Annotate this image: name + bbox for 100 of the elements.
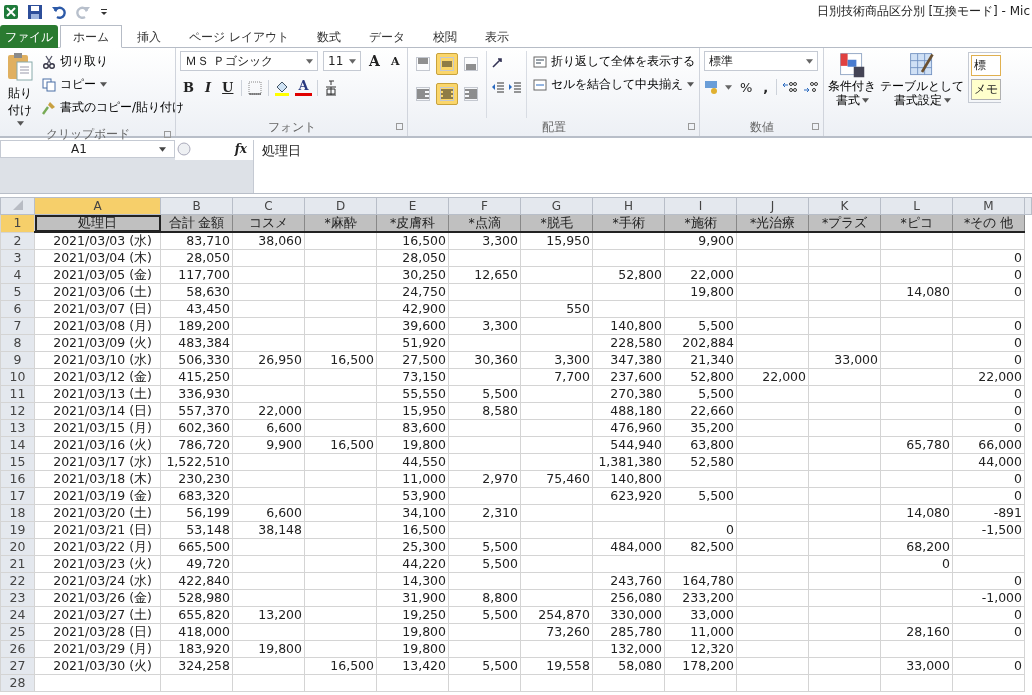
italic-button[interactable]: I xyxy=(202,80,215,95)
bold-button[interactable]: B xyxy=(180,80,197,95)
increase-indent-icon[interactable] xyxy=(508,81,522,95)
font-name-dropdown[interactable]: ＭＳ Ｐゴシック xyxy=(180,51,318,71)
column-header[interactable]: G xyxy=(520,197,593,215)
group-label: 数値 xyxy=(749,118,774,136)
table-cell: 19,800 xyxy=(690,284,734,299)
column-header[interactable]: K xyxy=(808,197,881,215)
column-header[interactable]: B xyxy=(160,197,233,215)
format-as-table-button[interactable]: テーブルとして 書式設定 xyxy=(880,51,964,136)
table-cell: 16,500 xyxy=(402,233,446,248)
insert-function-button[interactable]: fx xyxy=(234,142,247,156)
copy-button[interactable]: コピー xyxy=(40,74,109,95)
borders-icon[interactable] xyxy=(247,79,264,96)
dialog-launcher-icon[interactable] xyxy=(396,123,403,130)
decrease-indent-icon[interactable] xyxy=(491,81,505,95)
table-cell: 2021/03/04 (木) xyxy=(53,250,152,265)
table-cell: 49,720 xyxy=(186,556,230,571)
font-size-dropdown[interactable]: 11 xyxy=(323,51,361,71)
dialog-launcher-icon[interactable] xyxy=(688,123,695,130)
grow-font-button[interactable]: A xyxy=(366,53,383,69)
ribbon-tab[interactable]: ページ レイアウト xyxy=(176,25,302,48)
wrap-text-button[interactable]: 折り返して全体を表示する xyxy=(531,51,697,72)
table-cell: 66,000 xyxy=(978,437,1022,452)
table-cell: 44,000 xyxy=(978,454,1022,469)
underline-button[interactable]: U xyxy=(219,80,237,95)
column-header[interactable]: H xyxy=(592,197,665,215)
group-label: 配置 xyxy=(541,118,566,136)
table-cell: 16,500 xyxy=(330,437,374,452)
align-center-button[interactable] xyxy=(436,83,458,105)
table-cell: 2021/03/29 (月) xyxy=(53,641,152,656)
merge-center-button[interactable]: セルを結合して中央揃え xyxy=(531,74,696,95)
table-cell: 13,200 xyxy=(258,607,302,622)
table-cell: -891 xyxy=(993,505,1022,520)
ribbon-tab[interactable]: 表示 xyxy=(471,25,522,48)
table-cell: 1,381,380 xyxy=(598,454,662,469)
column-header[interactable]: E xyxy=(376,197,449,215)
dialog-launcher-icon[interactable] xyxy=(164,131,171,138)
table-cell: 2021/03/09 (火) xyxy=(53,335,152,350)
save-icon[interactable] xyxy=(27,3,43,20)
percent-button[interactable]: % xyxy=(737,79,756,95)
table-cell: 55,550 xyxy=(402,386,446,401)
table-cell: 33,000 xyxy=(690,607,734,622)
table-cell: 2021/03/22 (月) xyxy=(53,539,152,554)
ribbon-tab[interactable]: データ xyxy=(355,25,418,48)
table-cell: 550 xyxy=(566,301,590,316)
column-header[interactable]: I xyxy=(664,197,737,215)
table-cell: 44,550 xyxy=(402,454,446,469)
table-cell: 9,900 xyxy=(698,233,734,248)
table-cell: 336,930 xyxy=(178,386,230,401)
column-header[interactable]: L xyxy=(880,197,953,215)
table-cell: 2021/03/21 (日) xyxy=(53,522,152,537)
ribbon-tab[interactable]: 校閲 xyxy=(419,25,470,48)
cell-style-swatch[interactable]: メモ xyxy=(971,79,1001,100)
column-header[interactable]: C xyxy=(232,197,305,215)
formula-input[interactable]: 処理日 xyxy=(262,143,301,158)
table-cell: 65,780 xyxy=(906,437,950,452)
caret-icon[interactable] xyxy=(725,84,732,90)
dialog-launcher-icon[interactable] xyxy=(812,123,819,130)
ribbon-tab[interactable]: 挿入 xyxy=(124,25,174,48)
format-painter-button[interactable]: 書式のコピー/貼り付け xyxy=(40,97,187,118)
table-cell: 22,000 xyxy=(762,369,806,384)
table-cell: 63,800 xyxy=(690,437,734,452)
cell-style-swatch[interactable]: 標 xyxy=(971,55,1001,76)
table-cell: 683,320 xyxy=(178,488,230,503)
ribbon-tab[interactable]: ホーム xyxy=(60,25,122,48)
ribbon-tab[interactable]: 数式 xyxy=(303,25,354,48)
table-cell: 506,330 xyxy=(178,352,230,367)
decrease-decimal-icon[interactable] xyxy=(803,79,819,95)
table-cell: 31,900 xyxy=(402,590,446,605)
column-header[interactable]: D xyxy=(304,197,377,215)
font-color-button[interactable]: A xyxy=(295,79,312,96)
comma-button[interactable]: , xyxy=(760,79,772,95)
number-format-dropdown[interactable]: 標準 xyxy=(704,51,818,71)
column-header[interactable]: F xyxy=(448,197,521,215)
fill-color-icon[interactable] xyxy=(274,79,291,96)
table-cell: 132,000 xyxy=(610,641,662,656)
conditional-formatting-button[interactable]: 条件付き 書式 xyxy=(828,51,876,136)
ribbon-tab[interactable]: ファイル xyxy=(0,25,58,48)
column-header[interactable]: M xyxy=(952,197,1025,215)
currency-icon[interactable] xyxy=(704,79,720,95)
table-cell: 2021/03/03 (水) xyxy=(53,233,152,248)
caret-icon xyxy=(159,146,166,152)
increase-decimal-icon[interactable] xyxy=(782,79,798,95)
table-cell: 52,580 xyxy=(690,454,734,469)
align-middle-button[interactable] xyxy=(436,53,458,75)
cut-button[interactable]: 切り取り xyxy=(40,51,110,72)
column-header[interactable]: J xyxy=(736,197,809,215)
table-cell: 19,800 xyxy=(402,437,446,452)
column-heading: *点滴 xyxy=(468,215,501,230)
table-cell: 56,199 xyxy=(186,505,230,520)
column-heading: *脱毛 xyxy=(540,215,573,230)
paste-button[interactable]: 貼り付け xyxy=(4,51,36,126)
table-cell: 6,600 xyxy=(266,420,302,435)
column-header[interactable]: A xyxy=(34,197,161,215)
shrink-font-button[interactable]: A xyxy=(387,54,403,68)
name-box[interactable]: A1 xyxy=(0,140,175,158)
table-cell: 347,380 xyxy=(610,352,662,367)
table-cell: 19,800 xyxy=(258,641,302,656)
customize-dropdown-icon[interactable] xyxy=(99,6,109,17)
